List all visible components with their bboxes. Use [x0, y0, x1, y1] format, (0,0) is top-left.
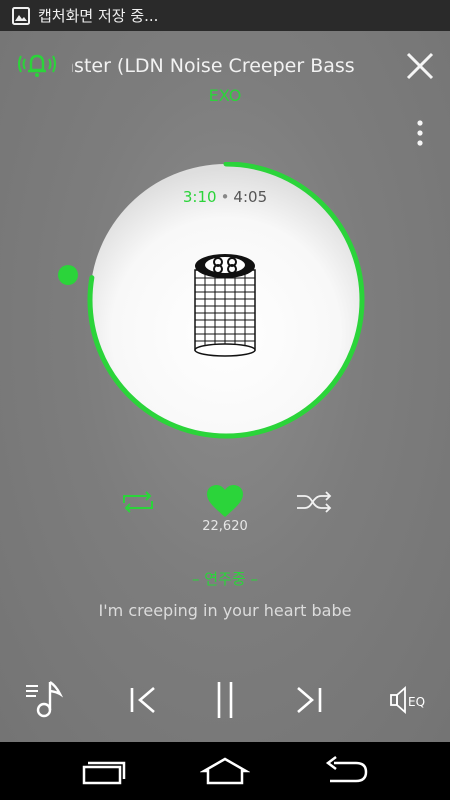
recent-apps-icon[interactable] — [80, 755, 128, 787]
home-icon[interactable] — [200, 755, 250, 787]
time-separator: • — [220, 188, 230, 206]
like-count: 22,620 — [202, 519, 248, 534]
status-bar: 캡처화면 저장 중... — [0, 0, 450, 31]
back-icon[interactable] — [322, 755, 370, 787]
eq-label: EQ — [408, 695, 425, 709]
heart-icon[interactable] — [205, 483, 245, 519]
repeat-icon[interactable] — [118, 487, 158, 517]
next-track-icon[interactable] — [288, 676, 328, 724]
artist-name[interactable]: EXO — [150, 86, 300, 105]
total-time: 4:05 — [233, 188, 268, 206]
shuffle-icon[interactable] — [294, 487, 334, 517]
navigation-bar — [0, 742, 450, 800]
playing-status: – 연주중 – — [192, 570, 258, 588]
image-icon — [12, 6, 30, 25]
more-options-icon[interactable] — [410, 118, 430, 148]
song-title: nster (LDN Noise Creeper Bass — [72, 53, 384, 79]
previous-track-icon[interactable] — [124, 676, 164, 724]
time-display: 3:10 • 4:05 — [150, 188, 300, 206]
song-title-text: nster (LDN Noise Creeper Bass — [72, 55, 355, 77]
equalizer-icon[interactable]: EQ — [385, 676, 433, 724]
close-icon[interactable] — [404, 50, 436, 82]
current-time: 3:10 — [182, 188, 217, 206]
status-text: 캡처화면 저장 중... — [38, 7, 159, 25]
playlist-icon[interactable] — [24, 676, 66, 724]
lyric-line[interactable]: I'm creeping in your heart babe — [40, 601, 410, 620]
pause-icon[interactable] — [204, 676, 246, 724]
alarm-bell-icon[interactable] — [18, 50, 56, 80]
album-art — [194, 254, 256, 357]
progress-handle[interactable] — [56, 263, 80, 287]
